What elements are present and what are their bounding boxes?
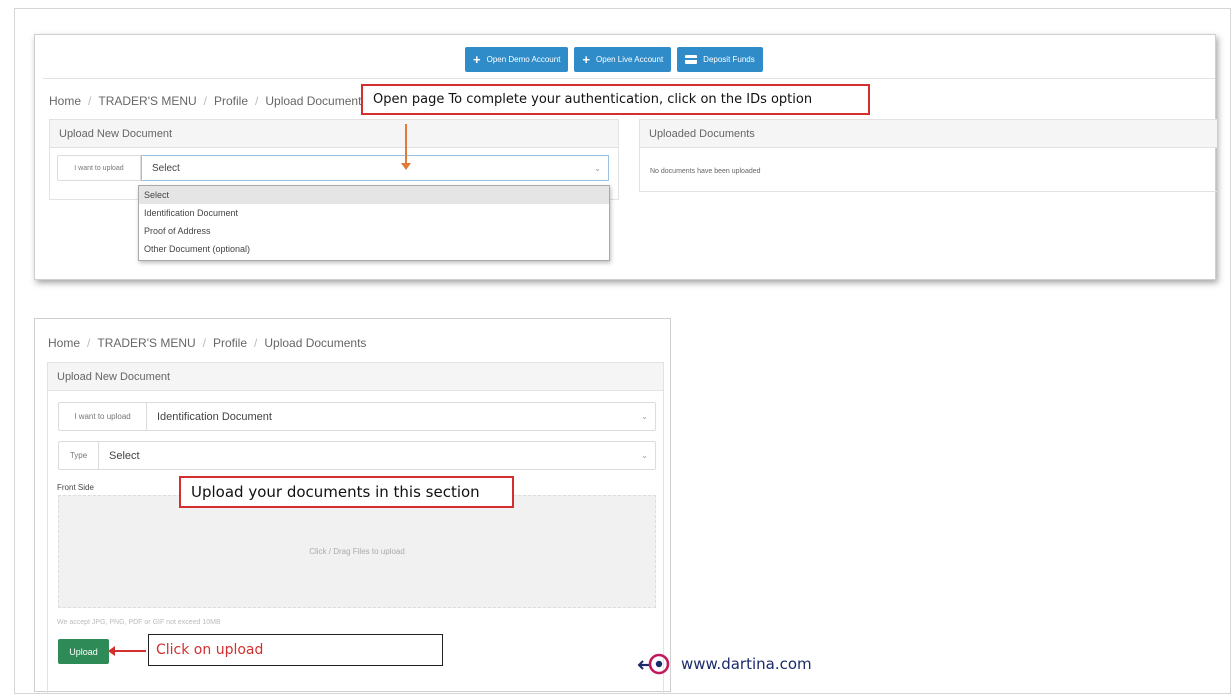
upload-page-panel-1: + Open Demo Account + Open Live Account … [34, 34, 1217, 280]
instruction-callout-open-page: Open page To complete your authenticatio… [361, 84, 870, 115]
breadcrumb: Home / TRADER'S MENU / Profile / Upload … [49, 94, 367, 108]
breadcrumb-home[interactable]: Home [48, 336, 80, 350]
instruction-callout-click-upload: Click on upload [148, 634, 443, 666]
option-proof-of-address[interactable]: Proof of Address [139, 222, 609, 240]
upload-button[interactable]: Upload [58, 639, 109, 664]
card-icon [685, 55, 698, 64]
document-kind-options: Select Identification Document Proof of … [138, 185, 610, 261]
chevron-down-icon: ⌄ [594, 163, 601, 173]
brand-url: www.dartina.com [681, 655, 812, 673]
brand-watermark: www.dartina.com [637, 652, 812, 676]
empty-message: No documents have been uploaded [650, 168, 761, 175]
dartina-logo-icon [637, 653, 670, 675]
option-other-document[interactable]: Other Document (optional) [139, 240, 609, 258]
want-upload-label: I want to upload [59, 403, 147, 430]
breadcrumb-separator: / [254, 336, 258, 350]
front-side-label: Front Side [57, 483, 94, 492]
instruction-callout-upload-section: Upload your documents in this section [179, 476, 514, 508]
breadcrumb-profile[interactable]: Profile [214, 94, 248, 108]
breadcrumb-upload-documents: Upload Documents [265, 94, 368, 108]
top-button-bar: + Open Demo Account + Open Live Account … [465, 47, 763, 72]
plus-icon: + [582, 52, 591, 67]
select-value: Select [152, 162, 180, 174]
document-type-select[interactable]: Type Select ⌄ [58, 441, 656, 470]
want-upload-label: I want to upload [58, 156, 141, 180]
open-live-account-button[interactable]: + Open Live Account [574, 47, 672, 72]
option-identification-document[interactable]: Identification Document [139, 204, 609, 222]
deposit-funds-button[interactable]: Deposit Funds [677, 47, 763, 72]
document-kind-dropdown[interactable]: Identification Document ⌄ [147, 403, 655, 430]
deposit-funds-label: Deposit Funds [703, 55, 755, 64]
open-demo-account-button[interactable]: + Open Demo Account [465, 47, 569, 72]
breadcrumb-traders-menu[interactable]: TRADER'S MENU [98, 94, 196, 108]
select-value: Select [109, 449, 140, 462]
breadcrumb-separator: / [255, 94, 259, 108]
breadcrumb: Home / TRADER'S MENU / Profile / Upload … [48, 336, 366, 350]
breadcrumb-separator: / [203, 94, 207, 108]
breadcrumb-traders-menu[interactable]: TRADER'S MENU [97, 336, 195, 350]
plus-icon: + [473, 52, 481, 67]
panel-title: Upload New Document [48, 363, 663, 391]
arrow-down-icon [401, 124, 411, 170]
header-divider [43, 78, 1215, 79]
arrow-left-icon [108, 646, 146, 656]
breadcrumb-profile[interactable]: Profile [213, 336, 247, 350]
type-label: Type [59, 442, 99, 469]
select-value: Identification Document [157, 410, 272, 423]
file-dropzone[interactable]: Click / Drag Files to upload [58, 495, 656, 608]
document-kind-dropdown[interactable]: Select ⌄ [141, 155, 609, 181]
open-demo-account-label: Open Demo Account [486, 55, 561, 64]
dropzone-text: Click / Drag Files to upload [309, 547, 405, 556]
accepted-formats-note: We accept JPG, PNG, PDF or GIF not excee… [57, 619, 221, 626]
breadcrumb-upload-documents: Upload Documents [264, 336, 367, 350]
document-kind-select[interactable]: I want to upload Select ⌄ [57, 155, 609, 181]
document-type-dropdown[interactable]: Select ⌄ [99, 442, 655, 469]
chevron-down-icon: ⌄ [641, 412, 648, 421]
breadcrumb-separator: / [88, 94, 92, 108]
breadcrumb-home[interactable]: Home [49, 94, 81, 108]
option-select[interactable]: Select [139, 186, 609, 204]
panel-title: Uploaded Documents [640, 120, 1217, 148]
breadcrumb-separator: / [202, 336, 206, 350]
document-kind-select[interactable]: I want to upload Identification Document… [58, 402, 656, 431]
chevron-down-icon: ⌄ [641, 451, 648, 460]
open-live-account-label: Open Live Account [596, 55, 664, 64]
breadcrumb-separator: / [87, 336, 91, 350]
uploaded-documents-panel: Uploaded Documents No documents have bee… [639, 119, 1217, 192]
panel-title: Upload New Document [50, 120, 618, 148]
